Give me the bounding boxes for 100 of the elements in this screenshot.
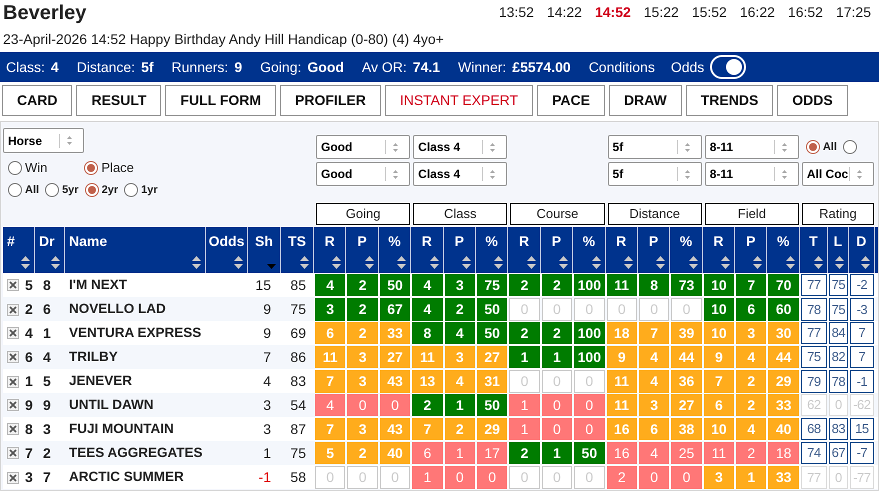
draw-cell-text: 8 [42,276,52,294]
info-value: 5f [141,58,154,76]
sort-icon[interactable] [753,256,762,269]
radio-label: Win [25,159,48,177]
stat-cell: 2 [347,322,378,344]
stat-cell: 9 [606,346,637,368]
rating-cell: 78 [800,298,827,321]
runner-number: 4 [25,324,33,342]
sort-icon[interactable] [559,256,568,269]
column-label: R [420,232,433,251]
dropdown[interactable]: 8-11 [704,162,799,186]
sort-icon[interactable] [192,256,201,269]
sort-icon[interactable] [332,256,342,269]
stat-cell: 0 [542,394,572,416]
horse-name[interactable]: NOVELLO LAD [65,297,206,322]
sort-icon[interactable] [21,256,30,269]
tab[interactable]: PACE [537,85,605,116]
radio-button[interactable] [124,182,138,197]
remove-button[interactable] [7,472,19,484]
tab[interactable]: CARD [2,85,72,116]
remove-button[interactable] [7,423,19,435]
column-label: Dr [39,232,56,251]
dropdown[interactable]: Good [316,135,410,159]
tab[interactable]: PROFILER [280,85,381,116]
remove-button[interactable] [7,376,19,388]
runner-number: 1 [25,372,33,391]
race-time-link[interactable]: 14:52 [594,2,631,23]
horse-name[interactable]: FUJI MOUNTAIN [65,417,206,441]
tab[interactable]: TRENDS [686,85,774,116]
stat-cell: 73 [671,274,702,296]
dropdown[interactable]: 5f [608,135,702,159]
sort-icon[interactable] [656,256,666,269]
sort-icon[interactable] [688,256,698,269]
dropdown[interactable]: All Coc [802,162,874,186]
dropdown[interactable]: 5f [608,162,702,186]
draw-cell-text: 1 [42,324,52,342]
dropdown[interactable]: Good [316,162,410,186]
runner-number: 5 [25,276,33,294]
column-label: Sh [254,232,274,251]
sort-icon[interactable] [624,256,633,269]
remove-button[interactable] [7,399,19,411]
race-time-link[interactable]: 15:52 [692,2,727,23]
spinner-icon [684,142,691,152]
stat-cell: 70 [768,274,799,296]
tab[interactable]: DRAW [608,85,682,116]
sort-icon[interactable] [860,256,870,269]
sort-icon[interactable] [721,256,730,269]
remove-button[interactable] [7,447,19,459]
radio-button[interactable] [842,140,857,154]
radio-button[interactable] [8,182,22,197]
race-time-link[interactable]: 17:25 [836,2,871,23]
sort-icon[interactable] [397,256,406,269]
horse-name[interactable]: ARCTIC SUMMER [65,465,206,490]
horse-name[interactable]: VENTURA EXPRESS [65,321,206,345]
horse-name[interactable]: JENEVER [65,369,206,394]
dropdown[interactable]: Class 4 [413,162,508,186]
race-time-link[interactable]: 13:52 [498,2,534,23]
dropdown[interactable]: Class 4 [413,135,508,159]
radio-button[interactable] [806,140,820,154]
tab[interactable]: FULL FORM [165,85,276,116]
stat-cell: 7 [704,370,734,393]
sort-icon[interactable] [364,256,374,269]
conditions-link[interactable]: Conditions [588,56,655,78]
remove-button[interactable] [7,279,19,291]
stat-cell: 27 [476,346,508,368]
race-time-link[interactable]: 16:22 [740,2,775,23]
radio-button[interactable] [84,182,99,197]
radio-button[interactable] [8,160,22,175]
horse-name[interactable]: TRILBY [65,345,206,369]
radio-button[interactable] [45,182,60,197]
race-time-link[interactable]: 15:22 [644,2,679,23]
sort-icon[interactable] [430,256,439,269]
horse-name[interactable]: UNTIL DAWN [65,393,206,417]
tab[interactable]: RESULT [76,85,162,116]
dropdown[interactable]: Horse [3,128,84,153]
sort-icon[interactable] [786,256,795,269]
sort-icon[interactable] [494,256,504,269]
dropdown[interactable]: 8-11 [704,135,799,159]
ts-cell-text: 69 [289,324,307,342]
sort-icon[interactable] [234,256,243,269]
radio-button[interactable] [84,160,98,175]
remove-button[interactable] [7,327,19,339]
horse-name[interactable]: TEES AGGREGATES [65,441,206,465]
race-time-link[interactable]: 16:52 [788,2,823,23]
remove-button[interactable] [7,351,19,363]
tab[interactable]: INSTANT EXPERT [384,85,534,116]
horse-name[interactable]: I'M NEXT [65,273,206,297]
sort-icon[interactable] [462,256,471,269]
sort-icon[interactable] [814,256,823,269]
radio-label: 5yr [62,182,79,198]
race-time-link[interactable]: 14:22 [546,2,582,23]
sort-icon[interactable] [51,256,60,269]
odds-toggle[interactable] [710,55,746,79]
sort-icon[interactable] [834,256,844,269]
sort-icon[interactable] [592,256,601,269]
sort-icon[interactable] [526,256,536,269]
sort-icon[interactable] [300,256,309,269]
remove-button[interactable] [7,304,19,316]
rating-cell: -1 [850,370,874,393]
tab[interactable]: ODDS [777,85,848,116]
